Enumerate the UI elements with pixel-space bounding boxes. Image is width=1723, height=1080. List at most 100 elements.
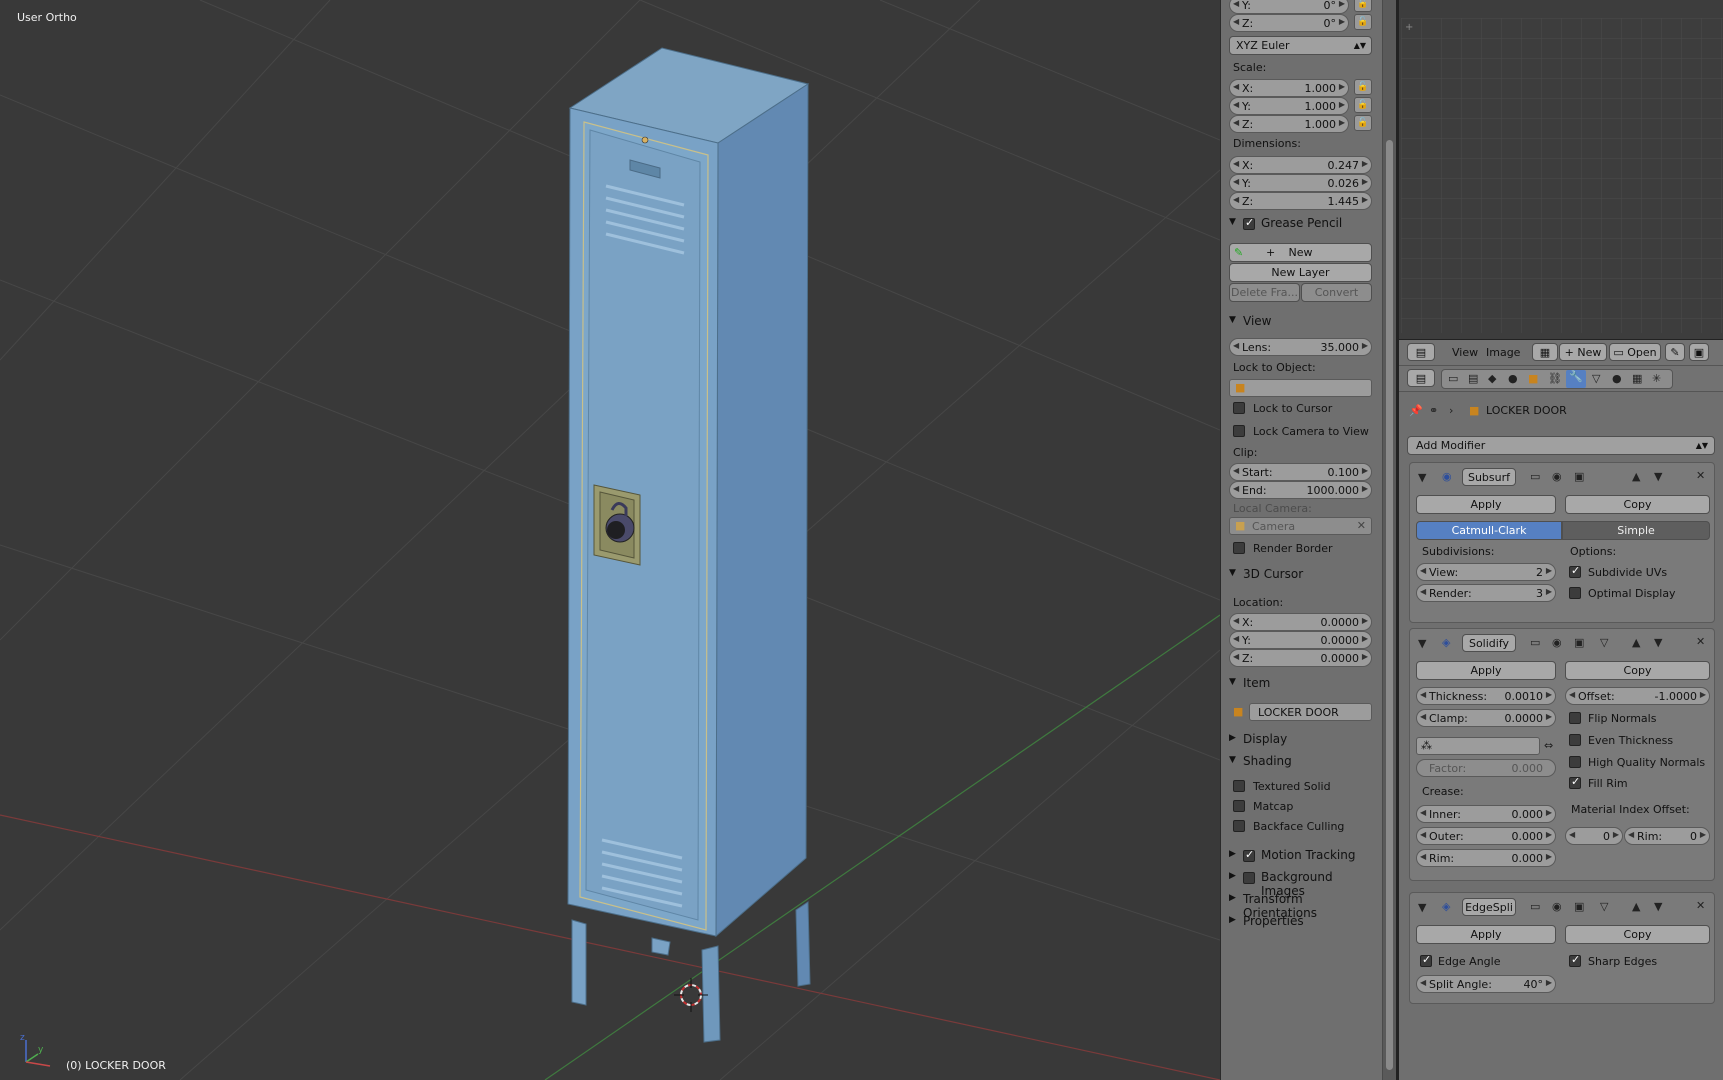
subsurf-view-field[interactable]: ◀ View: 2 ▶ [1416, 563, 1556, 581]
high-quality-normals-checkbox[interactable] [1569, 756, 1581, 768]
lock-icon[interactable]: 🔓 [1354, 14, 1372, 30]
catmull-clark-button[interactable]: Catmull-Clark [1416, 521, 1562, 540]
lens-field[interactable]: ◀ Lens: 35.000 ▶ [1229, 338, 1372, 356]
move-up-icon[interactable]: ▲ [1632, 636, 1640, 649]
motion-tracking-checkbox[interactable] [1243, 848, 1255, 862]
grease-pencil-new-button[interactable]: ✎ + New [1229, 243, 1372, 262]
move-down-icon[interactable]: ▼ [1654, 470, 1662, 483]
lock-icon[interactable]: 🔓 [1354, 0, 1372, 12]
item-header[interactable]: ▼ Item [1221, 674, 1371, 694]
collapse-icon[interactable]: ▼ [1418, 471, 1426, 484]
crease-outer-field[interactable]: ◀ Outer: 0.000 ▶ [1416, 827, 1556, 845]
thickness-field[interactable]: ◀ Thickness: 0.0010 ▶ [1416, 687, 1556, 705]
render-tab-icon[interactable]: ▭ [1448, 372, 1458, 385]
scene-tab-icon[interactable]: ◆ [1488, 372, 1496, 385]
edit-mode-icon[interactable]: ▣ [1574, 470, 1584, 483]
local-camera-field[interactable]: ■ Camera ✕ [1229, 517, 1372, 535]
shading-header[interactable]: ▼ Shading [1221, 752, 1371, 772]
scale-y-field[interactable]: ◀ Y: 1.000 ▶ [1229, 97, 1349, 115]
render-toggle-icon[interactable]: ▭ [1530, 900, 1540, 913]
solidify-name-field[interactable]: Solidify [1462, 634, 1516, 652]
scale-x-field[interactable]: ◀ X: 1.000 ▶ [1229, 79, 1349, 97]
shelf-scrollbar[interactable] [1382, 0, 1396, 1080]
rotation-y-field[interactable]: ◀ Y: 0° ▶ [1229, 0, 1349, 14]
solidify-apply-button[interactable]: Apply [1416, 661, 1556, 680]
properties-header[interactable]: ▶ Properties [1221, 912, 1371, 932]
scale-z-field[interactable]: ◀ Z: 1.000 ▶ [1229, 115, 1349, 133]
motion-tracking-header[interactable]: ▶ Motion Tracking [1221, 846, 1371, 866]
split-angle-field[interactable]: ◀ Split Angle: 40° ▶ [1416, 975, 1556, 993]
constraints-tab-icon[interactable]: ⛓ [1548, 372, 1562, 385]
move-up-icon[interactable]: ▲ [1632, 470, 1640, 483]
simple-button[interactable]: Simple [1562, 521, 1710, 540]
view-header[interactable]: ▼ View [1221, 312, 1371, 332]
optimal-display-checkbox[interactable] [1569, 587, 1581, 599]
render-toggle-icon[interactable]: ▭ [1530, 636, 1540, 649]
cage-icon[interactable]: ▽ [1600, 900, 1608, 913]
cursor-x-field[interactable]: ◀ X: 0.0000 ▶ [1229, 613, 1372, 631]
edge-angle-checkbox[interactable] [1420, 953, 1432, 967]
rotation-z-field[interactable]: ◀ Z: 0° ▶ [1229, 14, 1349, 32]
textured-solid-checkbox[interactable] [1233, 780, 1245, 792]
particles-tab-icon[interactable]: ✳ [1652, 372, 1661, 385]
world-tab-icon[interactable]: ● [1508, 372, 1518, 385]
material-offset-field[interactable]: ◀ 0 ▶ [1565, 827, 1623, 845]
offset-field[interactable]: ◀ Offset: -1.0000 ▶ [1565, 687, 1710, 705]
subsurf-name-field[interactable]: Subsurf [1462, 468, 1516, 486]
transform-orientations-header[interactable]: ▶ Transform Orientations [1221, 890, 1371, 920]
close-icon[interactable]: ✕ [1696, 469, 1705, 482]
grease-pencil-header[interactable]: ▼ Grease Pencil [1221, 214, 1371, 234]
uv-new-button[interactable]: + New [1559, 343, 1607, 361]
fill-rim-checkbox[interactable] [1569, 775, 1581, 789]
3d-cursor-header[interactable]: ▼ 3D Cursor [1221, 565, 1371, 585]
invert-icon[interactable]: ⇔ [1544, 739, 1553, 752]
object-tab-icon[interactable]: ■ [1528, 372, 1538, 385]
convert-button[interactable]: Convert [1301, 283, 1372, 302]
edgesplit-name-field[interactable]: EdgeSpli [1462, 898, 1516, 916]
solidify-copy-button[interactable]: Copy [1565, 661, 1710, 680]
render-slot-icon[interactable]: ▣ [1689, 343, 1709, 361]
eye-icon[interactable]: ◉ [1552, 636, 1562, 649]
edit-mode-icon[interactable]: ▣ [1574, 900, 1584, 913]
factor-field[interactable]: Factor: 0.000 [1416, 759, 1556, 777]
dimension-z-field[interactable]: ◀ Z: 1.445 ▶ [1229, 192, 1372, 210]
material-tab-icon[interactable]: ● [1612, 372, 1622, 385]
pin-icon[interactable]: ✎ [1665, 343, 1685, 361]
clip-start-field[interactable]: ◀ Start: 0.100 ▶ [1229, 463, 1372, 481]
eye-icon[interactable]: ◉ [1552, 900, 1562, 913]
locker-model[interactable] [567, 47, 811, 1043]
image-menu[interactable]: Image [1486, 346, 1520, 359]
sharp-edges-checkbox[interactable] [1569, 953, 1581, 967]
close-icon[interactable]: ✕ [1696, 635, 1705, 648]
collapse-icon[interactable]: ▼ [1418, 637, 1426, 650]
dimension-x-field[interactable]: ◀ X: 0.247 ▶ [1229, 156, 1372, 174]
image-browse-icon[interactable]: ▦ [1532, 343, 1558, 361]
edgesplit-apply-button[interactable]: Apply [1416, 925, 1556, 944]
texture-tab-icon[interactable]: ▦ [1632, 372, 1642, 385]
subsurf-copy-button[interactable]: Copy [1565, 495, 1710, 514]
lock-object-field[interactable]: ■ [1229, 379, 1372, 397]
background-images-header[interactable]: ▶ Background Images [1221, 868, 1371, 898]
subsurf-apply-button[interactable]: Apply [1416, 495, 1556, 514]
move-up-icon[interactable]: ▲ [1632, 900, 1640, 913]
lock-camera-checkbox[interactable] [1233, 425, 1245, 437]
rotation-mode-select[interactable]: XYZ Euler ▲▼ [1229, 36, 1372, 55]
cursor-y-field[interactable]: ◀ Y: 0.0000 ▶ [1229, 631, 1372, 649]
add-modifier-select[interactable]: Add Modifier ▲▼ [1407, 436, 1715, 455]
new-layer-button[interactable]: New Layer [1229, 263, 1372, 282]
clip-end-field[interactable]: ◀ End: 1000.000 ▶ [1229, 481, 1372, 499]
data-tab-icon[interactable]: ▽ [1592, 372, 1600, 385]
even-thickness-checkbox[interactable] [1569, 734, 1581, 746]
eye-icon[interactable]: ◉ [1552, 470, 1562, 483]
move-down-icon[interactable]: ▼ [1654, 900, 1662, 913]
pin-icon[interactable]: 📌 [1409, 404, 1423, 417]
render-border-checkbox[interactable] [1233, 542, 1245, 554]
cage-icon[interactable]: ▽ [1600, 636, 1608, 649]
material-rim-offset-field[interactable]: ◀ Rim: 0 ▶ [1624, 827, 1710, 845]
modifiers-tab-icon[interactable]: 🔧 [1566, 370, 1586, 388]
vertex-group-field[interactable]: ⁂ [1416, 737, 1540, 755]
edit-mode-icon[interactable]: ▣ [1574, 636, 1584, 649]
edgesplit-copy-button[interactable]: Copy [1565, 925, 1710, 944]
matcap-checkbox[interactable] [1233, 800, 1245, 812]
close-icon[interactable]: ✕ [1357, 519, 1366, 532]
